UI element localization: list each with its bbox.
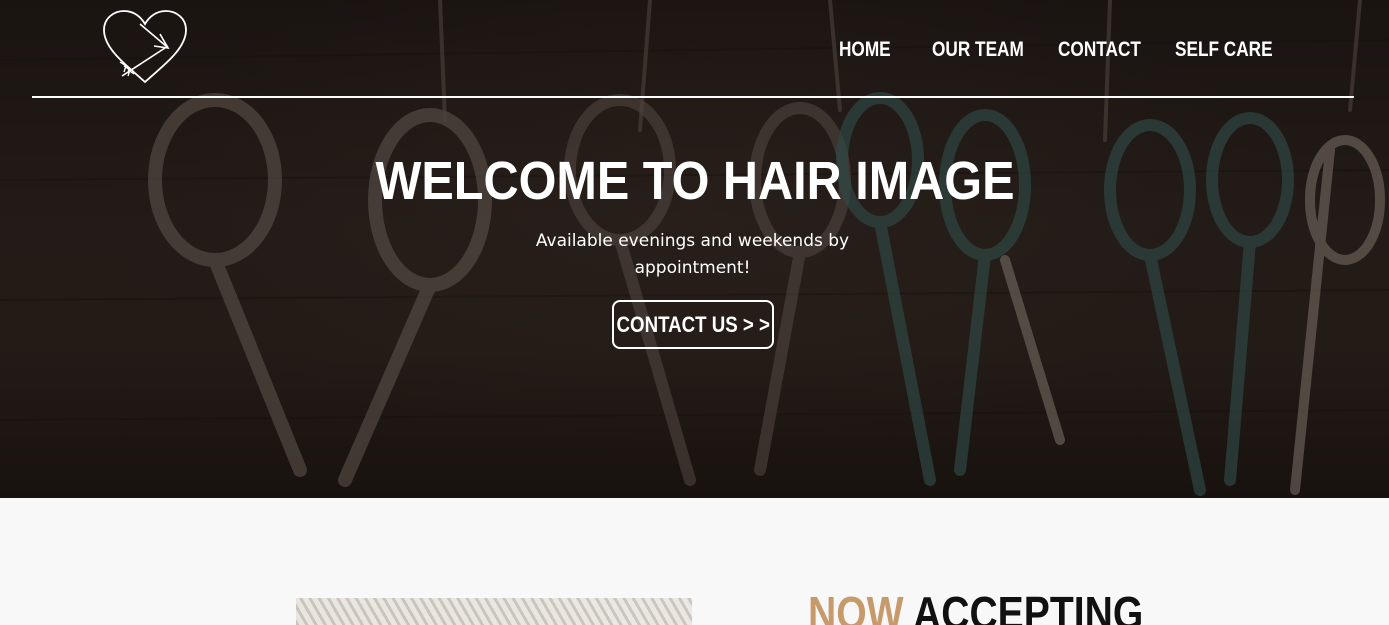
hero-subtitle: Available evenings and weekends by appoi… (535, 231, 850, 278)
nav-item-contact[interactable]: CONTACT (1058, 38, 1141, 62)
nav-item-home[interactable]: HOME (839, 38, 891, 62)
section-heading-rest: ACCEPTING (912, 587, 1144, 625)
hero-title: WELCOME TO HAIR IMAGE (0, 150, 1389, 212)
contact-us-label: CONTACT US > > (616, 311, 770, 337)
section-heading: NOW ACCEPTING (808, 586, 1143, 625)
nav-item-our-team[interactable]: OUR TEAM (932, 38, 1024, 62)
main-nav: HOME OUR TEAM CONTACT SELF CARE (0, 38, 1389, 70)
hero-banner: HOME OUR TEAM CONTACT SELF CARE WELCOME … (0, 0, 1389, 498)
macrame-photo (296, 598, 692, 625)
contact-us-button[interactable]: CONTACT US > > (612, 300, 774, 349)
about-section: NOW ACCEPTING (0, 498, 1389, 625)
section-heading-accent: NOW (808, 587, 904, 625)
hero-title-text: WELCOME TO HAIR IMAGE (375, 151, 1014, 211)
nav-item-self-care[interactable]: SELF CARE (1175, 38, 1273, 62)
nav-divider (32, 96, 1354, 98)
